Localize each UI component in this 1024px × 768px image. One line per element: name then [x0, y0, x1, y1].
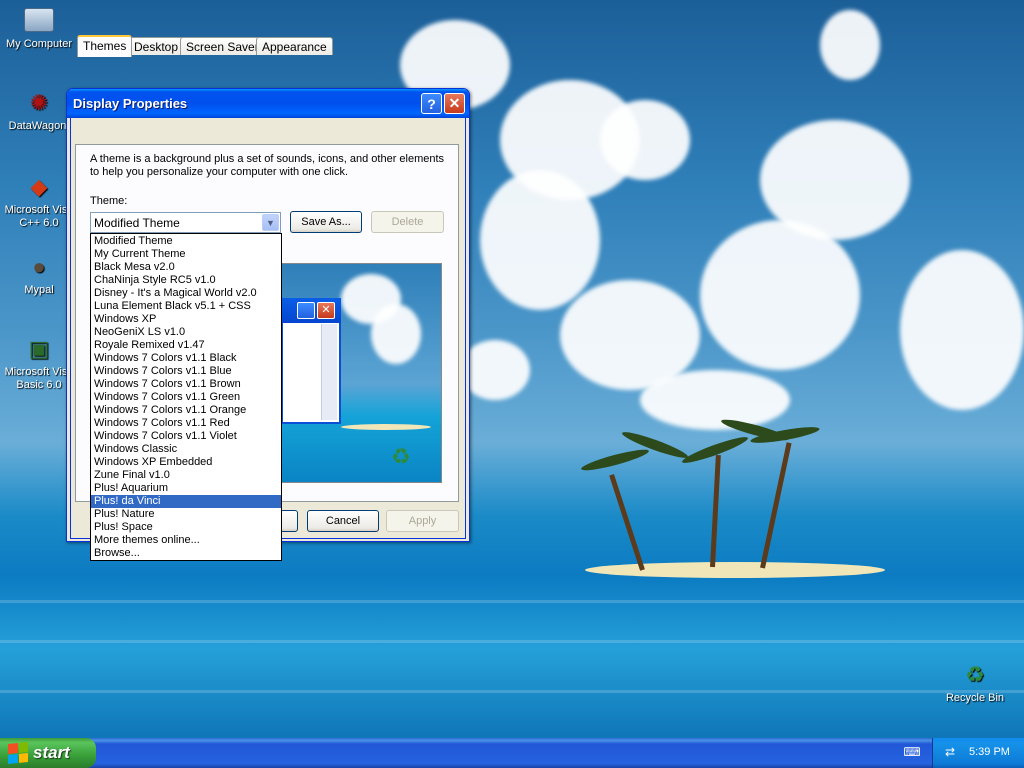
dropdown-option[interactable]: My Current Theme — [91, 248, 281, 261]
dropdown-option[interactable]: Plus! Nature — [91, 508, 281, 521]
dropdown-option[interactable]: Windows 7 Colors v1.1 Black — [91, 352, 281, 365]
palm-trunk — [760, 442, 792, 569]
close-icon: ✕ — [448, 95, 461, 111]
wallpaper-cloud — [460, 340, 530, 400]
tab-desktop[interactable]: Desktop — [128, 37, 185, 55]
window-title: Display Properties — [73, 96, 188, 111]
dropdown-option[interactable]: Royale Remixed v1.47 — [91, 339, 281, 352]
desktop-icon-label: My Computer — [5, 38, 73, 50]
dropdown-option[interactable]: Luna Element Black v5.1 + CSS — [91, 300, 281, 313]
wallpaper-cloud — [640, 370, 790, 430]
delete-button[interactable]: Delete — [371, 211, 444, 233]
start-button[interactable]: start — [0, 738, 96, 768]
tab-themes[interactable]: Themes — [77, 35, 133, 57]
start-label: start — [33, 743, 70, 762]
windows-logo-icon — [8, 741, 28, 765]
preview-close-icon: ✕ — [317, 302, 335, 319]
taskbar: start ⌨ ⇄ 5:39 PM — [0, 738, 1024, 768]
dropdown-option[interactable]: Windows 7 Colors v1.1 Violet — [91, 430, 281, 443]
chevron-down-icon[interactable]: ▼ — [262, 214, 279, 231]
wallpaper-cloud — [700, 220, 860, 370]
theme-select-value: Modified Theme — [94, 216, 180, 230]
dropdown-option[interactable]: Plus! Space — [91, 521, 281, 534]
ok-button-partial[interactable] — [280, 510, 298, 532]
close-button[interactable]: ✕ — [444, 93, 465, 114]
title-bar[interactable]: Display Properties ? ✕ — [67, 89, 469, 118]
dropdown-option[interactable]: Disney - It's a Magical World v2.0 — [91, 287, 281, 300]
mypal-icon: ● — [32, 253, 46, 279]
preview-recycle-icon: ♻ — [391, 444, 411, 469]
island — [585, 562, 885, 578]
preview-maximize-icon — [297, 302, 315, 319]
recycle-bin-icon: ♻ — [965, 661, 985, 687]
wallpaper-cloud — [760, 120, 910, 240]
wallpaper-cloud — [900, 250, 1024, 410]
visual-cpp-icon: ◆ — [30, 173, 48, 199]
desktop-icon-label: Recycle Bin — [945, 692, 1005, 704]
keyboard-icon[interactable]: ⌨ — [903, 745, 920, 759]
preview-scrollbar — [321, 324, 337, 420]
sea-highlight — [0, 690, 1024, 693]
theme-dropdown-list[interactable]: Modified Theme My Current Theme Black Mesa… — [90, 233, 282, 561]
preview-cloud — [371, 304, 421, 364]
wallpaper-cloud — [480, 170, 600, 310]
sea-highlight — [0, 640, 1024, 643]
dropdown-option[interactable]: Windows XP Embedded — [91, 456, 281, 469]
palm-frond — [579, 446, 651, 474]
network-icon[interactable]: ⇄ — [943, 745, 957, 759]
wallpaper-cloud — [600, 100, 690, 180]
dropdown-option[interactable]: Plus! Aquarium — [91, 482, 281, 495]
save-as-button[interactable]: Save As... — [290, 211, 362, 233]
dropdown-option[interactable]: Windows 7 Colors v1.1 Green — [91, 391, 281, 404]
help-icon: ? — [427, 95, 436, 112]
dropdown-option[interactable]: Windows XP — [91, 313, 281, 326]
dropdown-option[interactable]: Windows 7 Colors v1.1 Red — [91, 417, 281, 430]
theme-description: A theme is a background plus a set of so… — [90, 153, 445, 178]
dropdown-option[interactable]: Modified Theme — [91, 235, 281, 248]
palm-trunk — [710, 455, 721, 568]
wallpaper-cloud — [820, 10, 880, 80]
help-button[interactable]: ? — [421, 93, 442, 114]
tab-screen-saver[interactable]: Screen Saver — [180, 37, 265, 55]
dropdown-option[interactable]: Zune Final v1.0 — [91, 469, 281, 482]
dropdown-option[interactable]: Windows Classic — [91, 443, 281, 456]
desktop-icon-my-computer[interactable]: My Computer — [0, 4, 78, 51]
dropdown-option[interactable]: Plus! da Vinci — [91, 495, 281, 508]
theme-preview: ✕ ♻ — [280, 263, 442, 483]
dropdown-option[interactable]: Black Mesa v2.0 — [91, 261, 281, 274]
dropdown-option[interactable]: Windows 7 Colors v1.1 Brown — [91, 378, 281, 391]
cancel-button[interactable]: Cancel — [307, 510, 379, 532]
dropdown-option[interactable]: Browse... — [91, 547, 281, 560]
my-computer-icon — [24, 8, 54, 32]
sea-highlight — [0, 600, 1024, 603]
preview-island — [341, 424, 431, 430]
dropdown-option[interactable]: More themes online... — [91, 534, 281, 547]
datawagon-icon: ✺ — [29, 89, 49, 115]
dropdown-option[interactable]: ChaNinja Style RC5 v1.0 — [91, 274, 281, 287]
apply-button[interactable]: Apply — [386, 510, 459, 532]
dropdown-option[interactable]: Windows 7 Colors v1.1 Blue — [91, 365, 281, 378]
desktop-icon-recycle-bin[interactable]: ♻ Recycle Bin — [936, 658, 1014, 705]
theme-label: Theme: — [90, 195, 128, 207]
dropdown-option[interactable]: Windows 7 Colors v1.1 Orange — [91, 404, 281, 417]
tab-appearance[interactable]: Appearance — [256, 37, 333, 55]
theme-select[interactable]: Modified Theme ▼ — [90, 212, 281, 233]
palm-trunk — [609, 474, 645, 571]
system-tray: ⇄ 5:39 PM — [932, 738, 1024, 768]
visual-basic-icon: ▣ — [28, 335, 50, 361]
dropdown-option[interactable]: NeoGeniX LS v1.0 — [91, 326, 281, 339]
clock[interactable]: 5:39 PM — [969, 746, 1010, 758]
